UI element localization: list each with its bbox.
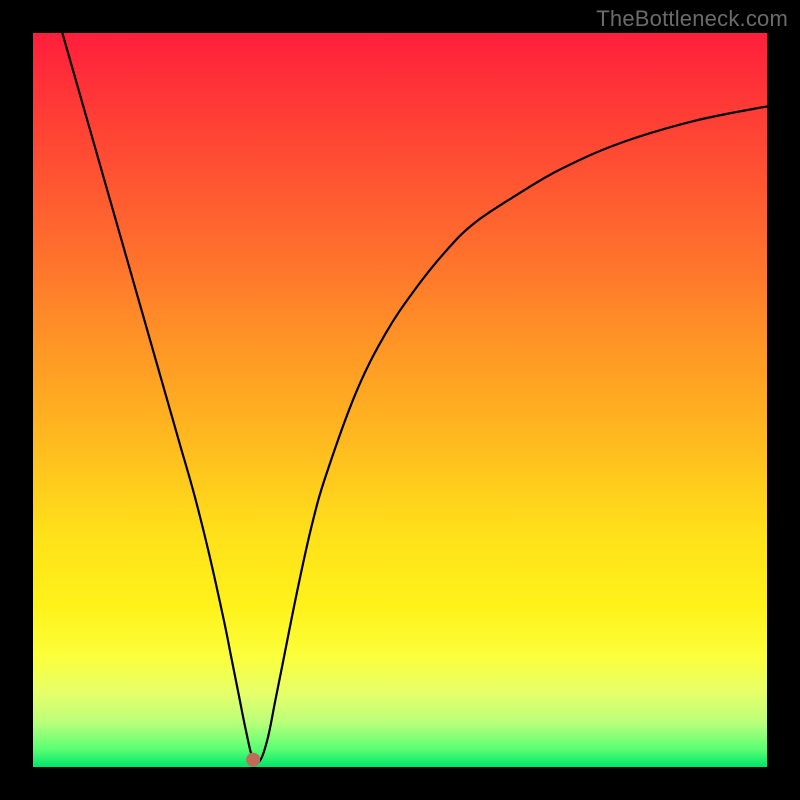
bottleneck-curve (33, 33, 767, 767)
watermark-text: TheBottleneck.com (596, 6, 788, 32)
optimum-marker (246, 753, 260, 767)
chart-frame: TheBottleneck.com (0, 0, 800, 800)
plot-area (33, 33, 767, 767)
